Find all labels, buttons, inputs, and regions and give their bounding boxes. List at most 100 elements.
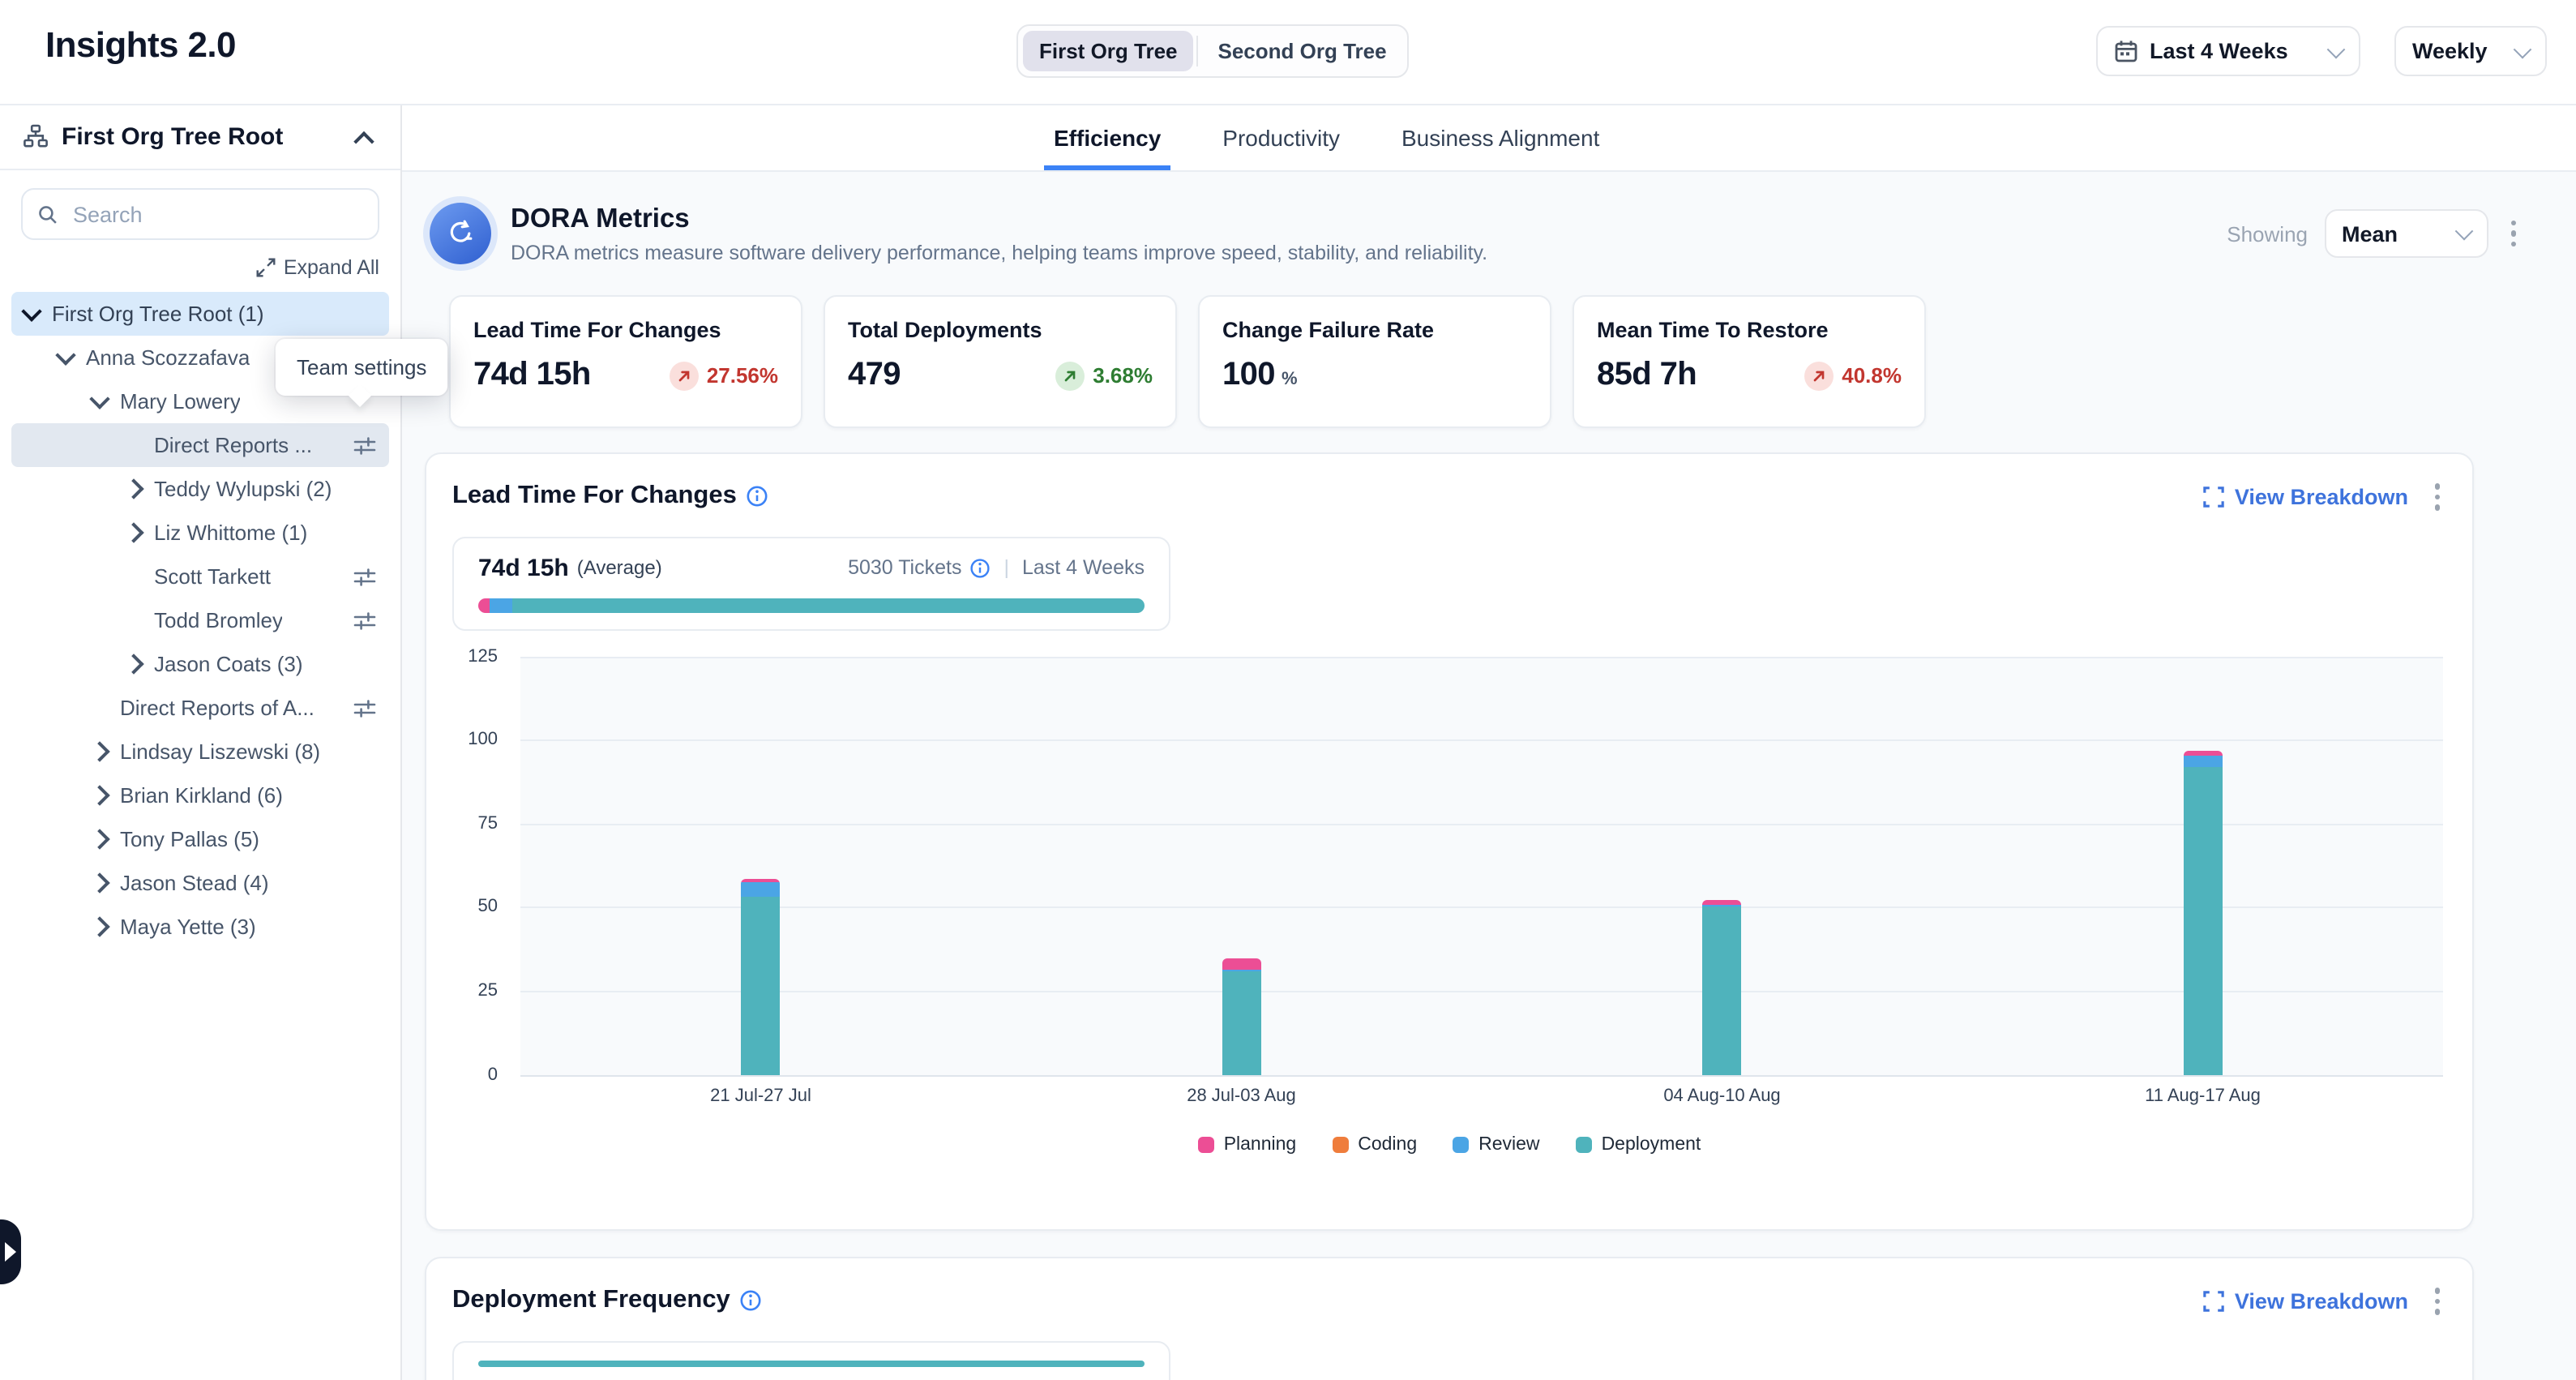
tree-item-teddy-wylupski-2[interactable]: Teddy Wylupski (2)	[11, 467, 389, 511]
legend-label: Deployment	[1602, 1134, 1701, 1154]
legend-item-deployment[interactable]: Deployment	[1576, 1134, 1701, 1154]
info-icon[interactable]	[740, 1290, 763, 1313]
app-title: Insights 2.0	[45, 24, 236, 66]
showing-value: Mean	[2342, 221, 2398, 246]
bar-segment-review	[2184, 756, 2223, 766]
metric-card-title: Change Failure Rate	[1222, 318, 1527, 342]
bar-11-aug-17-aug	[2184, 752, 2223, 1074]
tree-item-brian-kirkland-6[interactable]: Brian Kirkland (6)	[11, 774, 389, 817]
content-area: DORA Metrics DORA metrics measure softwa…	[402, 172, 2576, 1380]
tree-item-liz-whittome-1[interactable]: Liz Whittome (1)	[11, 511, 389, 555]
tree-item-scott-tarkett[interactable]: Scott Tarkett	[11, 555, 389, 598]
dora-description: DORA metrics measure software delivery p…	[511, 241, 1487, 264]
bar-segment-deployment	[511, 598, 1145, 612]
tree-item-label: First Org Tree Root (1)	[52, 302, 264, 326]
legend-label: Review	[1478, 1134, 1539, 1154]
bar-21-jul-27-jul	[742, 878, 781, 1074]
summary-qualifier: (Average)	[577, 556, 662, 579]
showing-dropdown[interactable]: Mean	[2324, 209, 2488, 258]
chevron-right-icon	[89, 785, 109, 805]
tab-business-alignment[interactable]: Business Alignment	[1392, 104, 1609, 170]
deployment-frequency-title-text: Deployment Frequency	[452, 1287, 730, 1316]
lead-time-header: Lead Time For Changes View Breakdown	[452, 477, 2446, 516]
tree-item-lindsay-liszewski-8[interactable]: Lindsay Liszewski (8)	[11, 730, 389, 774]
chevron-down-icon	[2327, 40, 2346, 58]
lead-time-card: Lead Time For Changes View Breakdown 74d…	[425, 452, 2474, 1231]
more-options-button[interactable]	[2504, 214, 2523, 254]
tooltip-text: Team settings	[297, 355, 426, 379]
org-toggle-first-org-tree[interactable]: First Org Tree	[1023, 31, 1194, 71]
sidebar-collapse-button[interactable]	[350, 122, 378, 150]
legend-item-review[interactable]: Review	[1453, 1134, 1539, 1154]
tree-item-jason-coats-3[interactable]: Jason Coats (3)	[11, 642, 389, 686]
deployment-frequency-actions: View Breakdown	[2204, 1281, 2446, 1321]
team-settings-icon[interactable]	[353, 565, 376, 588]
divider: |	[1003, 556, 1009, 579]
insights-app: Insights 2.0 First Org TreeSecond Org Tr…	[0, 0, 2576, 1380]
tree-item-direct-reports-of-a[interactable]: Direct Reports of A...	[11, 686, 389, 730]
org-tree-toggle: First Org TreeSecond Org Tree	[1016, 24, 1410, 78]
tree-item-tony-pallas-5[interactable]: Tony Pallas (5)	[11, 817, 389, 861]
bar-segment-planning	[478, 598, 490, 612]
period-value: Last 4 Weeks	[2150, 39, 2288, 63]
search-input[interactable]	[70, 200, 363, 228]
deployment-frequency-header: Deployment Frequency View Breakdown	[452, 1281, 2446, 1321]
metric-suffix: %	[1282, 370, 1298, 389]
bar-segment-deployment	[2184, 766, 2223, 1074]
bar-04-aug-10-aug	[1703, 900, 1742, 1074]
tree-item-todd-bromley[interactable]: Todd Bromley	[11, 598, 389, 642]
expand-all-button[interactable]: Expand All	[256, 256, 379, 279]
view-breakdown-link[interactable]: View Breakdown	[2204, 485, 2408, 509]
tree-item-maya-yette-3[interactable]: Maya Yette (3)	[11, 905, 389, 949]
sidebar-header: First Org Tree Root	[0, 104, 400, 170]
summary-period: Last 4 Weeks	[1022, 556, 1145, 579]
sidebar-expand-handle[interactable]	[0, 1219, 21, 1284]
x-tick-label: 11 Aug-17 Aug	[1962, 1086, 2443, 1105]
calendar-icon	[2114, 39, 2138, 63]
legend-item-planning[interactable]: Planning	[1198, 1134, 1297, 1154]
tree-item-label: Lindsay Liszewski (8)	[120, 739, 320, 764]
bar-segment-review	[742, 882, 781, 898]
summary-meta: 5030 Tickets | Last 4 Weeks	[848, 556, 1145, 579]
dora-header: DORA Metrics DORA metrics measure softwa…	[430, 193, 2474, 274]
x-axis-labels: 21 Jul-27 Jul28 Jul-03 Aug04 Aug-10 Aug1…	[520, 1086, 2443, 1105]
team-settings-icon[interactable]	[353, 434, 376, 456]
legend-item-coding[interactable]: Coding	[1332, 1134, 1417, 1154]
sidebar-title: First Org Tree Root	[62, 122, 283, 150]
tree-item-label: Teddy Wylupski (2)	[154, 477, 332, 501]
tree-item-first-org-tree-root-1[interactable]: First Org Tree Root (1)	[11, 292, 389, 336]
info-icon[interactable]	[747, 486, 769, 508]
sidebar-search	[21, 188, 379, 240]
x-tick-label: 04 Aug-10 Aug	[1482, 1086, 1962, 1105]
tree-item-label: Mary Lowery	[120, 389, 241, 414]
tree-item-jason-stead-4[interactable]: Jason Stead (4)	[11, 861, 389, 905]
view-breakdown-link[interactable]: View Breakdown	[2204, 1289, 2408, 1314]
lead-time-chart: 0255075100125	[452, 656, 2446, 1074]
tab-efficiency[interactable]: Efficiency	[1044, 104, 1170, 170]
y-tick-label: 0	[488, 1065, 498, 1084]
team-settings-icon[interactable]	[353, 609, 376, 632]
trend-up-icon	[1055, 361, 1085, 390]
tab-productivity[interactable]: Productivity	[1213, 104, 1350, 170]
bar-segment-deployment	[742, 897, 781, 1074]
period-dropdown[interactable]: Last 4 Weeks	[2096, 26, 2360, 76]
more-options-button[interactable]	[2428, 1281, 2446, 1321]
y-tick-label: 100	[468, 730, 498, 749]
bars-row	[520, 656, 2443, 1074]
phase-distribution-bar	[478, 598, 1145, 612]
granularity-dropdown[interactable]: Weekly	[2394, 26, 2547, 76]
tree-item-direct-reports[interactable]: Direct Reports ...	[11, 423, 389, 467]
team-settings-icon[interactable]	[353, 696, 376, 719]
search-icon	[37, 202, 58, 226]
showing-label: Showing	[2227, 221, 2308, 246]
expand-corners-icon	[2204, 1291, 2225, 1312]
chevron-down-icon	[2514, 40, 2532, 58]
legend-label: Coding	[1358, 1134, 1417, 1154]
info-icon[interactable]	[969, 557, 991, 578]
legend-swatch	[1332, 1136, 1348, 1152]
org-toggle-second-org-tree[interactable]: Second Org Tree	[1202, 31, 1403, 71]
chevron-right-icon	[123, 478, 143, 499]
more-options-button[interactable]	[2428, 477, 2446, 516]
chevron-right-icon	[89, 741, 109, 761]
metric-value: 85d 7h	[1597, 357, 1697, 394]
